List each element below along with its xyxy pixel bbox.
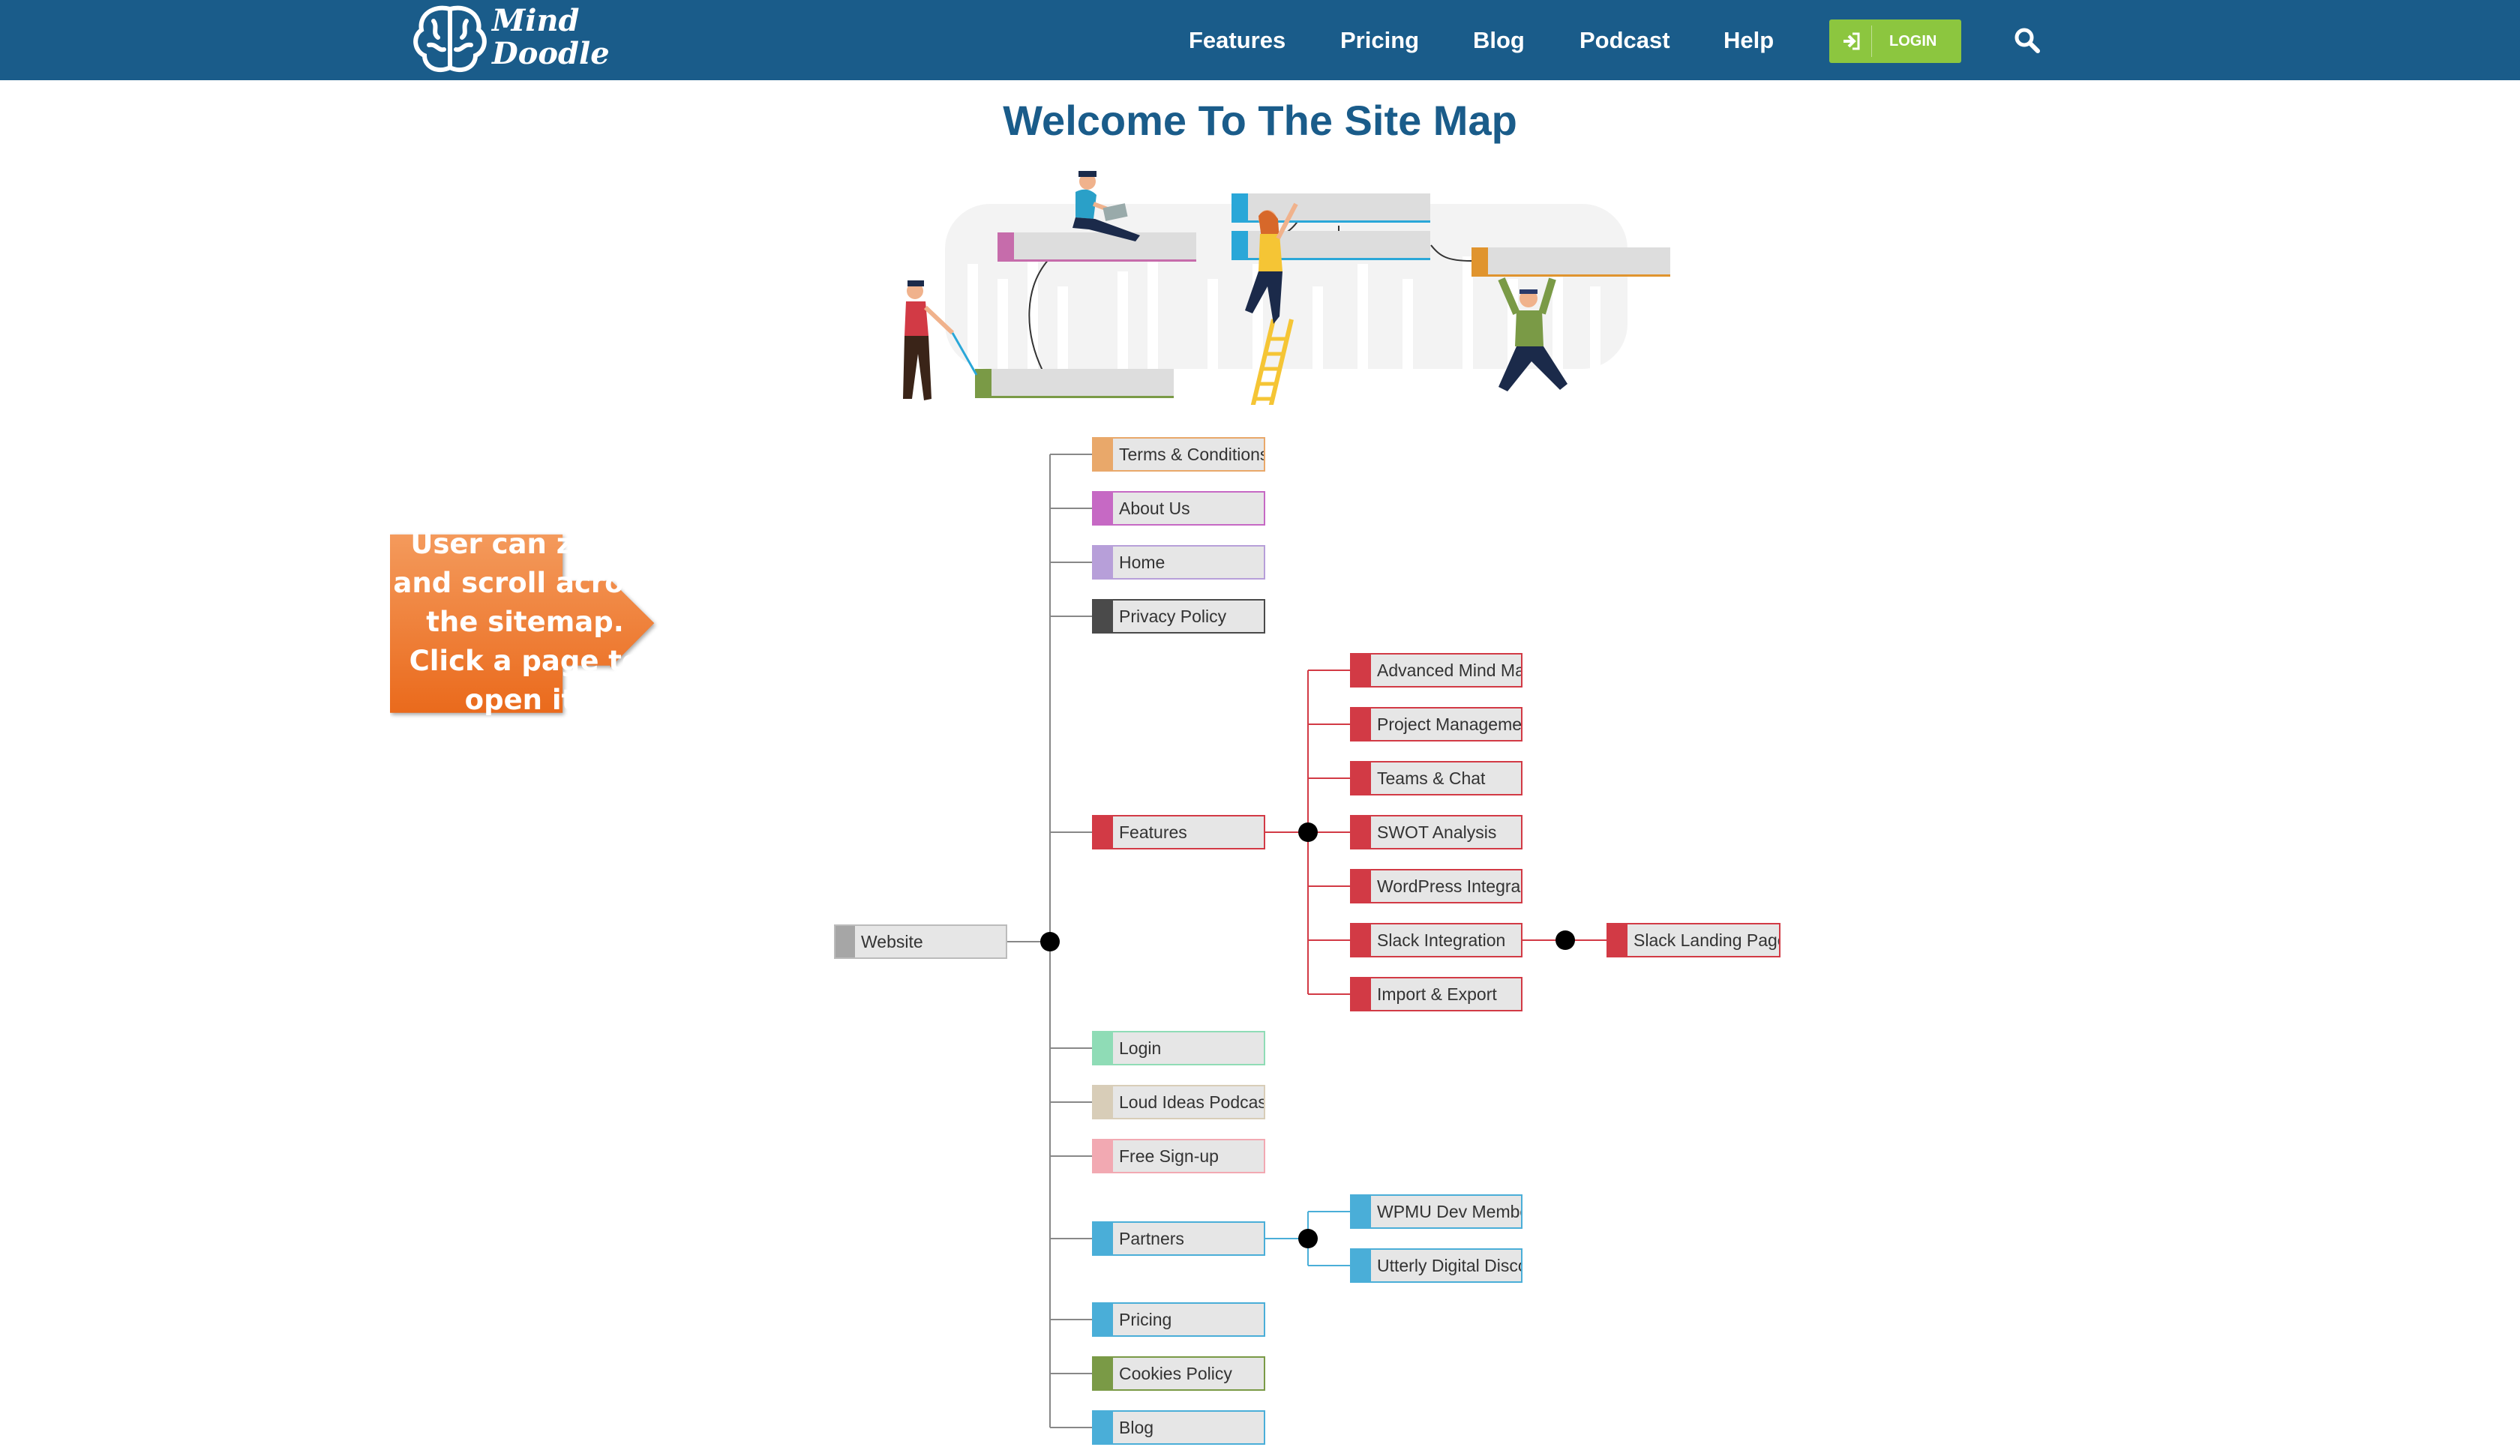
sitemap-node-privacy-policy[interactable]: Privacy Policy [1092,599,1265,634]
sitemap-node-wpmu-dev-membership[interactable]: WPMU Dev Membe [1350,1194,1522,1229]
sitemap-node-login[interactable]: Login [1092,1031,1265,1065]
sitemap-node-teams-chat[interactable]: Teams & Chat [1350,761,1522,795]
node-color-tab [1094,1304,1113,1335]
node-color-tab [1352,1250,1371,1281]
node-color-tab [1094,493,1113,524]
node-color-tab [1094,547,1113,578]
node-color-tab [1352,655,1371,686]
sitemap-node-blog[interactable]: Blog [1092,1410,1265,1445]
node-label: SWOT Analysis [1377,822,1497,842]
node-color-tab [1352,870,1371,902]
node-label: Teams & Chat [1377,768,1486,788]
node-color-tab [1094,1358,1113,1389]
partners-junction-dot [1298,1229,1318,1248]
node-color-tab [836,926,855,957]
sitemap-node-website[interactable]: Website [834,924,1007,959]
node-label: Loud Ideas Podcast [1119,1092,1265,1112]
node-color-tab [1094,601,1113,632]
node-color-tab [1608,924,1628,956]
sitemap-node-slack-integration[interactable]: Slack Integration [1350,923,1522,957]
node-label: Pricing [1119,1310,1172,1329]
sitemap-node-about-us[interactable]: About Us [1092,491,1265,526]
node-label: Blog [1119,1418,1154,1437]
node-color-tab [1094,1140,1113,1172]
sitemap-node-partners[interactable]: Partners [1092,1221,1265,1256]
sitemap-node-project-management[interactable]: Project Manageme [1350,707,1522,741]
node-label: Privacy Policy [1119,607,1227,626]
node-label: Partners [1119,1229,1184,1248]
node-color-tab [1094,1223,1113,1254]
node-color-tab [1352,1196,1371,1227]
sitemap-node-import-export[interactable]: Import & Export [1350,977,1522,1011]
node-color-tab [1094,1086,1113,1118]
node-label: Advanced Mind Ma [1377,661,1522,680]
node-color-tab [1352,978,1371,1010]
features-junction-dot [1298,822,1318,842]
node-label: Cookies Policy [1119,1364,1232,1383]
node-label: About Us [1119,499,1190,518]
node-label: Login [1119,1038,1162,1058]
sitemap-node-wordpress-integration[interactable]: WordPress Integra [1350,869,1522,903]
node-label: Home [1119,553,1166,572]
sitemap-node-cookies-policy[interactable]: Cookies Policy [1092,1356,1265,1391]
sitemap-node-utterly-digital-discount[interactable]: Utterly Digital Disco [1350,1248,1522,1283]
sitemap-node-free-sign-up[interactable]: Free Sign-up [1092,1139,1265,1173]
node-color-tab [1094,816,1113,848]
sitemap-node-slack-landing-page[interactable]: Slack Landing Page [1606,923,1780,957]
node-color-tab [1094,1032,1113,1064]
node-label: Slack Landing Page [1634,930,1780,950]
root-junction-dot [1040,932,1060,951]
slack-junction-dot [1556,930,1575,950]
node-color-tab [1352,924,1371,956]
node-color-tab [1094,439,1113,470]
node-label: Slack Integration [1377,930,1506,950]
node-label: Utterly Digital Disco [1377,1256,1522,1275]
sitemap-node-advanced-mind-mapping[interactable]: Advanced Mind Ma [1350,653,1522,688]
node-label: WPMU Dev Membe [1377,1202,1522,1221]
sitemap-node-terms-conditions[interactable]: Terms & Conditions [1092,437,1265,472]
node-label: Features [1119,822,1187,842]
node-label: Terms & Conditions [1119,445,1265,464]
node-label: WordPress Integra [1377,876,1521,896]
node-color-tab [1352,762,1371,794]
sitemap-node-home[interactable]: Home [1092,545,1265,580]
node-color-tab [1352,709,1371,740]
node-color-tab [1352,816,1371,848]
node-label: Project Manageme [1377,715,1522,734]
node-color-tab [1094,1412,1113,1443]
sitemap-node-swot-analysis[interactable]: SWOT Analysis [1350,815,1522,849]
node-label: Free Sign-up [1119,1146,1219,1166]
sitemap-node-loud-ideas-podcast[interactable]: Loud Ideas Podcast [1092,1085,1265,1119]
node-label: Import & Export [1377,984,1497,1004]
node-label: Website [861,932,923,951]
sitemap-node-pricing[interactable]: Pricing [1092,1302,1265,1337]
sitemap-node-features[interactable]: Features [1092,815,1265,849]
